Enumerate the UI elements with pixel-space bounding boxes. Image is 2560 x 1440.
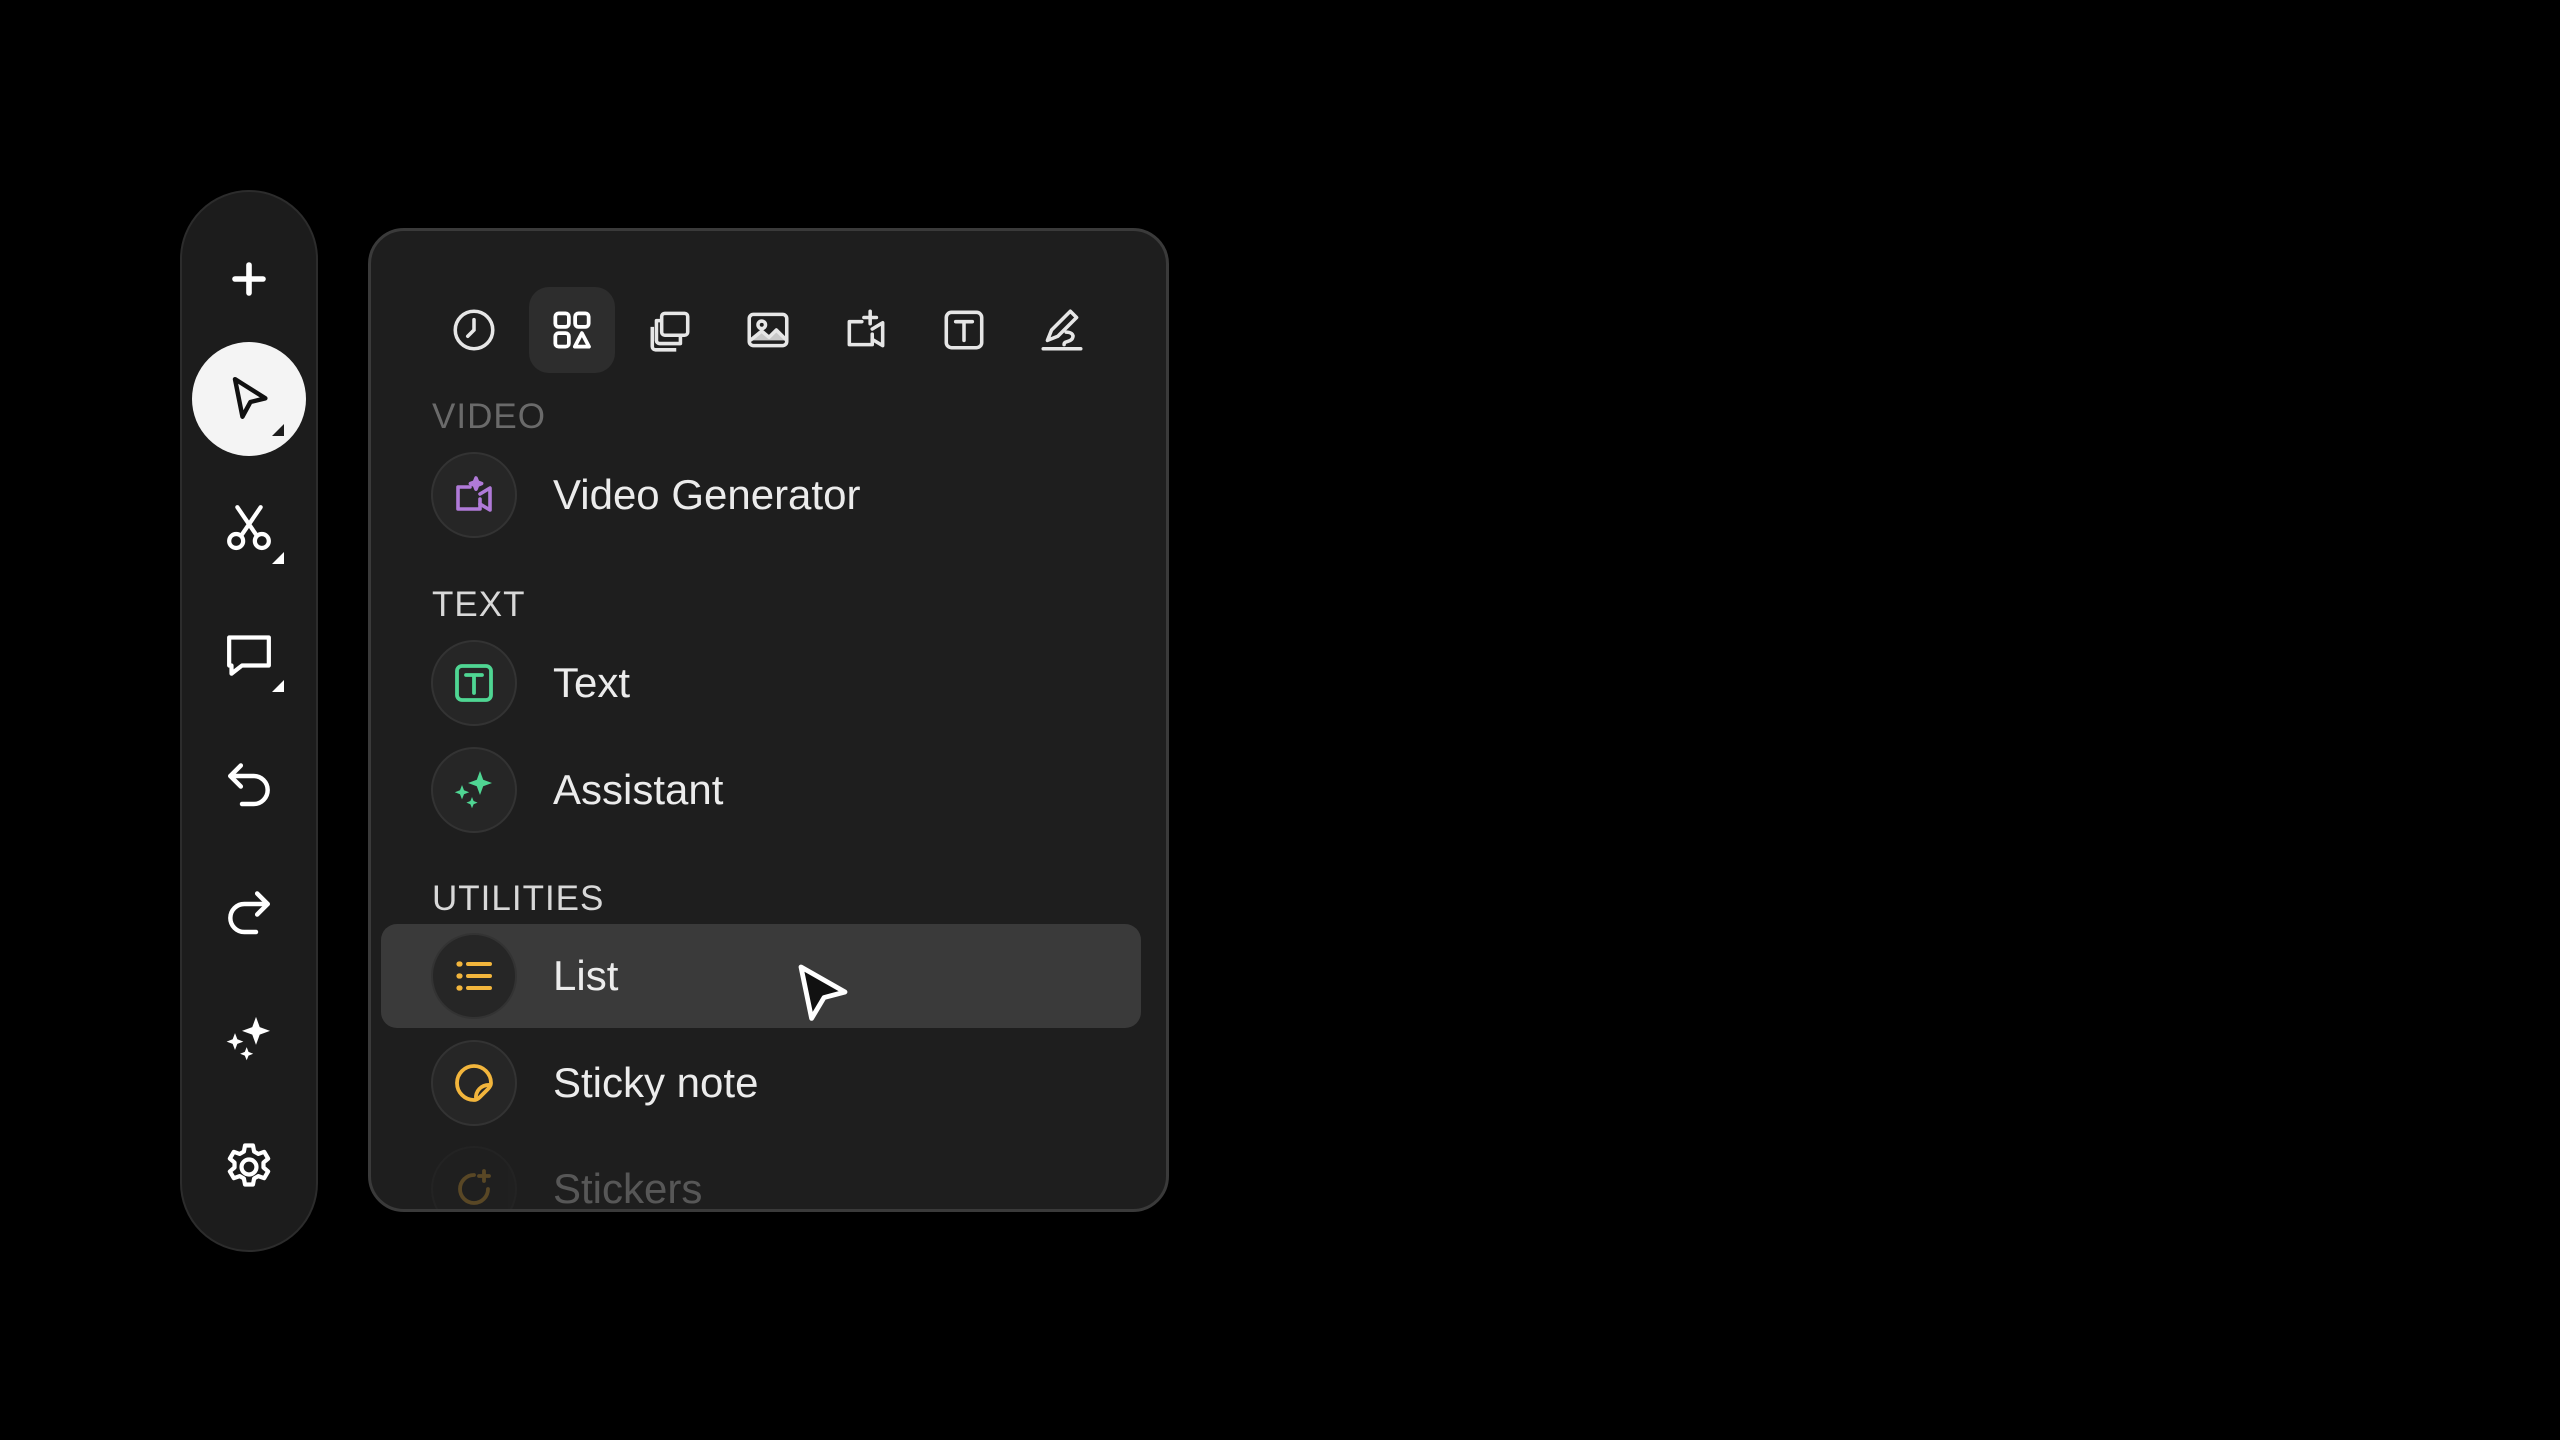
tab-video[interactable] [823,287,909,373]
undo-button[interactable] [192,726,306,840]
add-button[interactable] [192,222,306,336]
undo-icon [228,763,270,807]
comment-tool-button[interactable] [192,598,306,712]
tab-text[interactable] [921,287,1007,373]
item-icon-box [431,1040,517,1126]
item-label: Sticky note [553,1059,759,1106]
item-label: Video Generator [553,471,861,518]
sparkles-icon [454,771,492,809]
item-label: Text [553,659,631,706]
tab-images[interactable] [725,287,811,373]
list-item-assistant[interactable]: Assistant [381,738,1141,842]
redo-icon [228,891,270,935]
sparkles-icon [226,1016,270,1061]
section-label-utilities: UTILITIES [432,879,605,918]
item-label: Assistant [553,766,724,813]
vertical-toolbar [180,190,318,1252]
redo-button[interactable] [192,854,306,968]
comment-icon [227,635,271,676]
image-icon [747,312,789,348]
list-icon [456,961,492,991]
submenu-indicator [272,552,284,564]
grid-icon [553,311,591,349]
submenu-indicator [272,680,284,692]
tab-all[interactable] [529,287,615,373]
list-item-sticky-note[interactable]: Sticky note [381,1031,1141,1135]
plus-icon [232,262,266,296]
stickers-icon [458,1169,491,1205]
item-icon-box [431,747,517,833]
video-generator-icon [456,476,492,512]
item-icon-box [431,640,517,726]
clock-icon [453,309,495,351]
item-icon-box [431,1146,517,1209]
tab-draw[interactable] [1019,287,1105,373]
item-icon-box [431,933,517,1019]
item-label: List [553,952,619,999]
scissors-icon [227,505,271,551]
list-item-list[interactable]: List [381,924,1141,1028]
tab-layers[interactable] [627,287,713,373]
submenu-indicator [272,424,284,436]
select-tool-button[interactable] [192,342,306,456]
insert-panel: VIDEO Video Generator TEXT Text Assistan… [368,228,1169,1212]
video-plus-icon [847,309,885,348]
section-label-text: TEXT [432,585,526,624]
draw-icon [1041,309,1083,351]
pointer-icon [232,376,268,419]
tab-recent[interactable] [431,287,517,373]
cut-tool-button[interactable] [192,470,306,584]
layers-icon [650,311,690,352]
gear-icon [227,1143,271,1187]
item-label: Stickers [553,1165,703,1212]
text-icon [455,664,493,702]
text-box-icon [944,310,984,350]
list-item-text[interactable]: Text [381,631,1141,735]
list-item-video-generator[interactable]: Video Generator [381,443,1141,547]
ai-tool-button[interactable] [192,982,306,1096]
sticky-note-icon [455,1064,493,1102]
category-tabs [431,287,1105,373]
list-item-stickers[interactable]: Stickers [381,1137,1141,1212]
settings-button[interactable] [192,1110,306,1224]
section-label-video: VIDEO [432,397,546,436]
item-icon-box [431,452,517,538]
